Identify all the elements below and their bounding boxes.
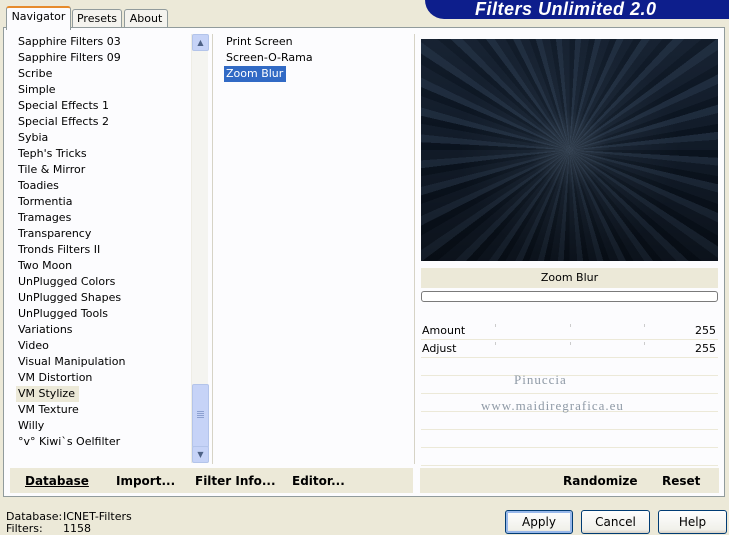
tab-navigator[interactable]: Navigator (6, 6, 71, 30)
filter-info-button[interactable]: Filter Info... (195, 473, 276, 489)
tab-presets[interactable]: Presets (72, 9, 122, 28)
tab-about[interactable]: About (124, 9, 168, 28)
category-item[interactable]: Visual Manipulation (16, 354, 188, 370)
filter-item[interactable]: Screen-O-Rama (224, 50, 409, 66)
category-item[interactable]: Toadies (16, 178, 188, 194)
category-item[interactable]: Video (16, 338, 188, 354)
category-item[interactable]: °v° Kiwi`s Oelfilter (16, 434, 188, 450)
window-title: Filters Unlimited 2.0 (475, 0, 657, 19)
grip-icon (197, 415, 204, 416)
parameter-panel: Amount 255 Adjust 255 (421, 322, 718, 466)
category-item[interactable]: UnPlugged Colors (16, 274, 188, 290)
filter-list[interactable]: Print Screen Screen-O-Rama Zoom Blur (224, 34, 409, 82)
scroll-up-button[interactable]: ▲ (192, 34, 209, 51)
param-label: Amount (422, 324, 466, 337)
category-item[interactable]: VM Distortion (16, 370, 188, 386)
grip-icon (197, 411, 204, 412)
progress-bar (421, 291, 718, 302)
category-item[interactable]: Tramages (16, 210, 188, 226)
randomize-button[interactable]: Randomize (563, 473, 637, 489)
category-item[interactable]: Variations (16, 322, 188, 338)
category-item[interactable]: Special Effects 2 (16, 114, 188, 130)
category-item[interactable]: Two Moon (16, 258, 188, 274)
scroll-thumb[interactable] (192, 384, 209, 448)
category-item[interactable]: UnPlugged Tools (16, 306, 188, 322)
cancel-button[interactable]: Cancel (581, 510, 650, 534)
chevron-down-icon: ▼ (197, 450, 204, 459)
category-item[interactable]: Simple (16, 82, 188, 98)
param-row-adjust[interactable]: Adjust 255 (421, 340, 718, 358)
chevron-up-icon: ▲ (197, 38, 204, 47)
category-item[interactable]: Sapphire Filters 09 (16, 50, 188, 66)
reset-button[interactable]: Reset (662, 473, 700, 489)
param-value: 255 (695, 324, 716, 337)
import-button[interactable]: Import... (116, 473, 175, 489)
filters-label: Filters: (6, 522, 43, 535)
help-button[interactable]: Help (658, 510, 727, 534)
divider (414, 34, 415, 464)
param-value: 255 (695, 342, 716, 355)
param-label: Adjust (422, 342, 457, 355)
grip-icon (197, 417, 204, 418)
category-item[interactable]: Tronds Filters II (16, 242, 188, 258)
category-item[interactable]: VM Texture (16, 402, 188, 418)
category-item[interactable]: Sybia (16, 130, 188, 146)
category-item[interactable]: Sapphire Filters 03 (16, 34, 188, 50)
category-item[interactable]: Willy (16, 418, 188, 434)
category-list[interactable]: Sapphire Filters 03 Sapphire Filters 09 Sc… (16, 34, 188, 450)
database-button[interactable]: Database (25, 473, 89, 489)
category-item[interactable]: VM Stylize (16, 386, 79, 402)
category-scrollbar[interactable]: ▲ ▼ (191, 34, 209, 463)
watermark-url: www.maidiregrafica.eu (481, 398, 624, 413)
category-item[interactable]: Tile & Mirror (16, 162, 188, 178)
category-item[interactable]: Scribe (16, 66, 188, 82)
preview-filter-name: Zoom Blur (421, 268, 718, 288)
preview-image (421, 39, 718, 261)
category-item[interactable]: Transparency (16, 226, 188, 242)
editor-button[interactable]: Editor... (292, 473, 345, 489)
category-item[interactable]: UnPlugged Shapes (16, 290, 188, 306)
divider (212, 34, 213, 464)
watermark-text: Pinuccia (514, 372, 567, 387)
grip-icon (197, 413, 204, 414)
scroll-down-button[interactable]: ▼ (192, 446, 209, 463)
apply-button[interactable]: Apply (505, 510, 573, 534)
category-item[interactable]: Teph's Tricks (16, 146, 188, 162)
filter-item[interactable]: Print Screen (224, 34, 409, 50)
filters-count: 1158 (63, 522, 91, 535)
title-banner: Filters Unlimited 2.0 (425, 0, 729, 19)
filter-item[interactable]: Zoom Blur (224, 66, 287, 82)
param-row-amount[interactable]: Amount 255 (421, 322, 718, 340)
category-item[interactable]: Special Effects 1 (16, 98, 188, 114)
category-item[interactable]: Tormentia (16, 194, 188, 210)
